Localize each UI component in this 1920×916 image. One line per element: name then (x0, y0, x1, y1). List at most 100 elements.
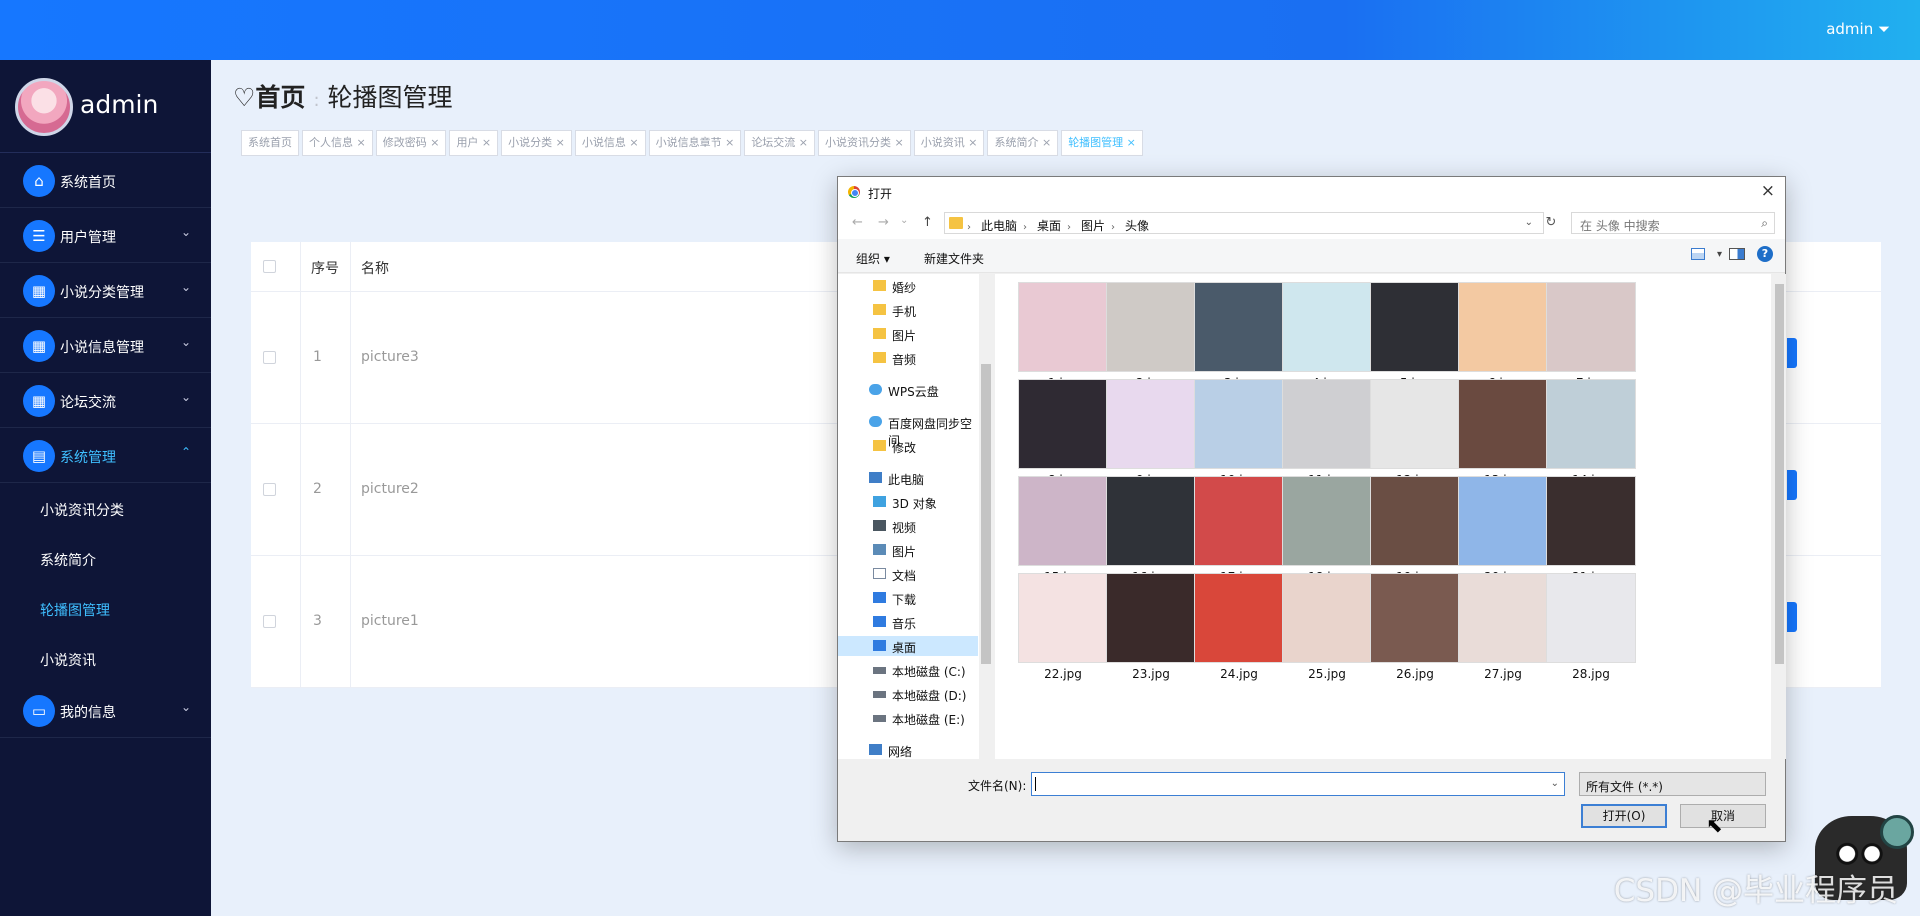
open-button[interactable]: 打开(O) (1581, 804, 1667, 828)
file-thumbnail[interactable]: 19.jpg (1370, 476, 1460, 586)
recent-dropdown-icon[interactable]: ⌄ (900, 215, 908, 226)
sidebar-subitem[interactable]: 小说资讯 (0, 633, 211, 683)
file-thumbnail[interactable]: 22.jpg (1018, 573, 1108, 683)
row-checkbox[interactable] (263, 483, 276, 496)
tab-tag[interactable]: 小说资讯分类 × (818, 130, 911, 156)
file-thumbnail[interactable]: 3.jpg (1194, 282, 1284, 392)
scrollbar-thumb[interactable] (1775, 284, 1784, 664)
file-thumbnail[interactable]: 21.jpg (1546, 476, 1636, 586)
new-folder-button[interactable]: 新建文件夹 (924, 250, 984, 267)
file-thumbnail[interactable]: 12.jpg (1370, 379, 1460, 489)
chevron-down-icon[interactable]: ⌄ (1525, 217, 1533, 228)
nav-tree-item[interactable]: 手机 (838, 300, 978, 320)
nav-tree-item[interactable]: 本地磁盘 (C:) (838, 660, 978, 680)
file-thumbnail[interactable]: 4.jpg (1282, 282, 1372, 392)
file-thumbnail[interactable]: 28.jpg (1546, 573, 1636, 683)
search-input[interactable]: 在 头像 中搜索 ⌕ (1571, 212, 1775, 234)
tab-tag[interactable]: 小说信息章节 × (648, 130, 742, 156)
back-arrow-icon[interactable]: ← (852, 215, 863, 230)
row-action-button[interactable] (1787, 602, 1797, 632)
file-thumbnail[interactable]: 25.jpg (1282, 573, 1372, 683)
file-thumbnail[interactable]: 9.jpg (1106, 379, 1196, 489)
file-thumbnail[interactable]: 17.jpg (1194, 476, 1284, 586)
file-thumbnail[interactable]: 2.jpg (1106, 282, 1196, 392)
file-type-select[interactable]: 所有文件 (*.*) ⌄ (1579, 772, 1766, 796)
nav-tree-item[interactable]: 音频 (838, 348, 978, 368)
nav-tree-item[interactable]: 本地磁盘 (E:) (838, 708, 978, 728)
preview-pane-icon[interactable] (1729, 248, 1745, 260)
sidebar-subitem[interactable]: 系统简介 (0, 533, 211, 583)
sidebar-item[interactable]: ▦ 论坛交流 ⌄ (0, 373, 211, 428)
tab-tag[interactable]: 小说信息 × (574, 130, 646, 156)
filename-input[interactable]: ⌄ (1031, 772, 1565, 796)
select-all-checkbox[interactable] (263, 260, 276, 273)
file-thumbnail[interactable]: 10.jpg (1194, 379, 1284, 489)
close-icon[interactable]: × (1761, 181, 1775, 201)
file-thumbnail[interactable]: 8.jpg (1018, 379, 1108, 489)
file-thumbnail[interactable]: 11.jpg (1282, 379, 1372, 489)
tab-tag[interactable]: 轮播图管理 × (1061, 130, 1143, 156)
up-arrow-icon[interactable]: ↑ (922, 215, 933, 230)
file-thumbnail[interactable]: 24.jpg (1194, 573, 1284, 683)
tab-tag[interactable]: 系统首页 (241, 130, 299, 156)
nav-tree-item[interactable]: 百度网盘同步空间 (838, 412, 978, 448)
user-menu[interactable]: admin ⏷ (1826, 20, 1890, 38)
nav-tree-item[interactable]: 3D 对象 (838, 492, 978, 512)
nav-tree-item[interactable]: 视频 (838, 516, 978, 536)
view-dropdown-icon[interactable]: ▾ (1717, 249, 1722, 260)
row-action-button[interactable] (1787, 470, 1797, 500)
scrollbar-thumb[interactable] (981, 364, 991, 664)
nav-tree-item[interactable]: 桌面 (838, 636, 978, 656)
sidebar-item[interactable]: ☰ 用户管理 ⌄ (0, 208, 211, 263)
nav-tree-item[interactable]: 修改 (838, 436, 978, 456)
sidebar-subitem[interactable]: 轮播图管理 (0, 583, 211, 633)
help-icon[interactable]: ? (1757, 246, 1773, 262)
file-thumbnail[interactable]: 14.jpg (1546, 379, 1636, 489)
breadcrumb-home[interactable]: 首页 (255, 83, 305, 112)
path-segment[interactable]: 桌面 (1037, 219, 1061, 233)
nav-tree-item[interactable]: 音乐 (838, 612, 978, 632)
file-thumbnail[interactable]: 16.jpg (1106, 476, 1196, 586)
forward-arrow-icon[interactable]: → (878, 215, 889, 230)
path-segment[interactable]: 头像 (1125, 219, 1149, 233)
sidebar-subitem[interactable]: 小说资讯分类 (0, 483, 211, 533)
file-grid-scrollbar[interactable] (1773, 274, 1786, 759)
nav-tree-item[interactable]: 此电脑 (838, 468, 978, 488)
organize-button[interactable]: 组织 ▾ (856, 250, 890, 267)
nav-tree-item[interactable]: 本地磁盘 (D:) (838, 684, 978, 704)
cancel-button[interactable]: 取消 (1680, 804, 1766, 828)
nav-tree-item[interactable]: 文档 (838, 564, 978, 584)
chevron-down-icon[interactable]: ⌄ (1551, 778, 1559, 789)
nav-tree-item[interactable]: 图片 (838, 324, 978, 344)
tab-tag[interactable]: 论坛交流 × (744, 130, 816, 156)
file-thumbnail[interactable]: 13.jpg (1458, 379, 1548, 489)
file-thumbnail[interactable]: 23.jpg (1106, 573, 1196, 683)
row-checkbox[interactable] (263, 351, 276, 364)
nav-tree-item[interactable]: 婚纱 (838, 276, 978, 296)
path-segment[interactable]: 此电脑 (981, 219, 1017, 233)
file-thumbnail[interactable]: 7.jpg (1546, 282, 1636, 392)
file-thumbnail[interactable]: 27.jpg (1458, 573, 1548, 683)
tab-tag[interactable]: 个人信息 × (302, 130, 373, 156)
tab-tag[interactable]: 系统简介 × (987, 130, 1059, 156)
sidebar-item[interactable]: ▭ 我的信息 ⌄ (0, 683, 211, 738)
sidebar-item[interactable]: ⌂ 系统首页 (0, 153, 211, 208)
tab-tag[interactable]: 修改密码 × (375, 130, 447, 156)
file-thumbnail[interactable]: 1.jpg (1018, 282, 1108, 392)
file-thumbnail[interactable]: 26.jpg (1370, 573, 1460, 683)
address-bar[interactable]: › 此电脑 › 桌面 › 图片 › 头像 ⌄ (944, 212, 1544, 234)
file-thumbnail[interactable]: 20.jpg (1458, 476, 1548, 586)
row-checkbox[interactable] (263, 615, 276, 628)
nav-tree-item[interactable]: 网络 (838, 740, 978, 760)
file-thumbnail[interactable]: 5.jpg (1370, 282, 1460, 392)
tab-tag[interactable]: 用户 × (449, 130, 499, 156)
tab-tag[interactable]: 小说资讯 × (913, 130, 985, 156)
row-action-button[interactable] (1787, 338, 1797, 368)
nav-tree-item[interactable]: 图片 (838, 540, 978, 560)
file-thumbnail[interactable]: 15.jpg (1018, 476, 1108, 586)
nav-tree-item[interactable]: 下载 (838, 588, 978, 608)
sidebar-item[interactable]: ▤ 系统管理 ⌃ (0, 428, 211, 483)
sidebar-item[interactable]: ▦ 小说信息管理 ⌄ (0, 318, 211, 373)
path-segment[interactable]: 图片 (1081, 219, 1105, 233)
nav-pane-scrollbar[interactable] (979, 274, 993, 759)
